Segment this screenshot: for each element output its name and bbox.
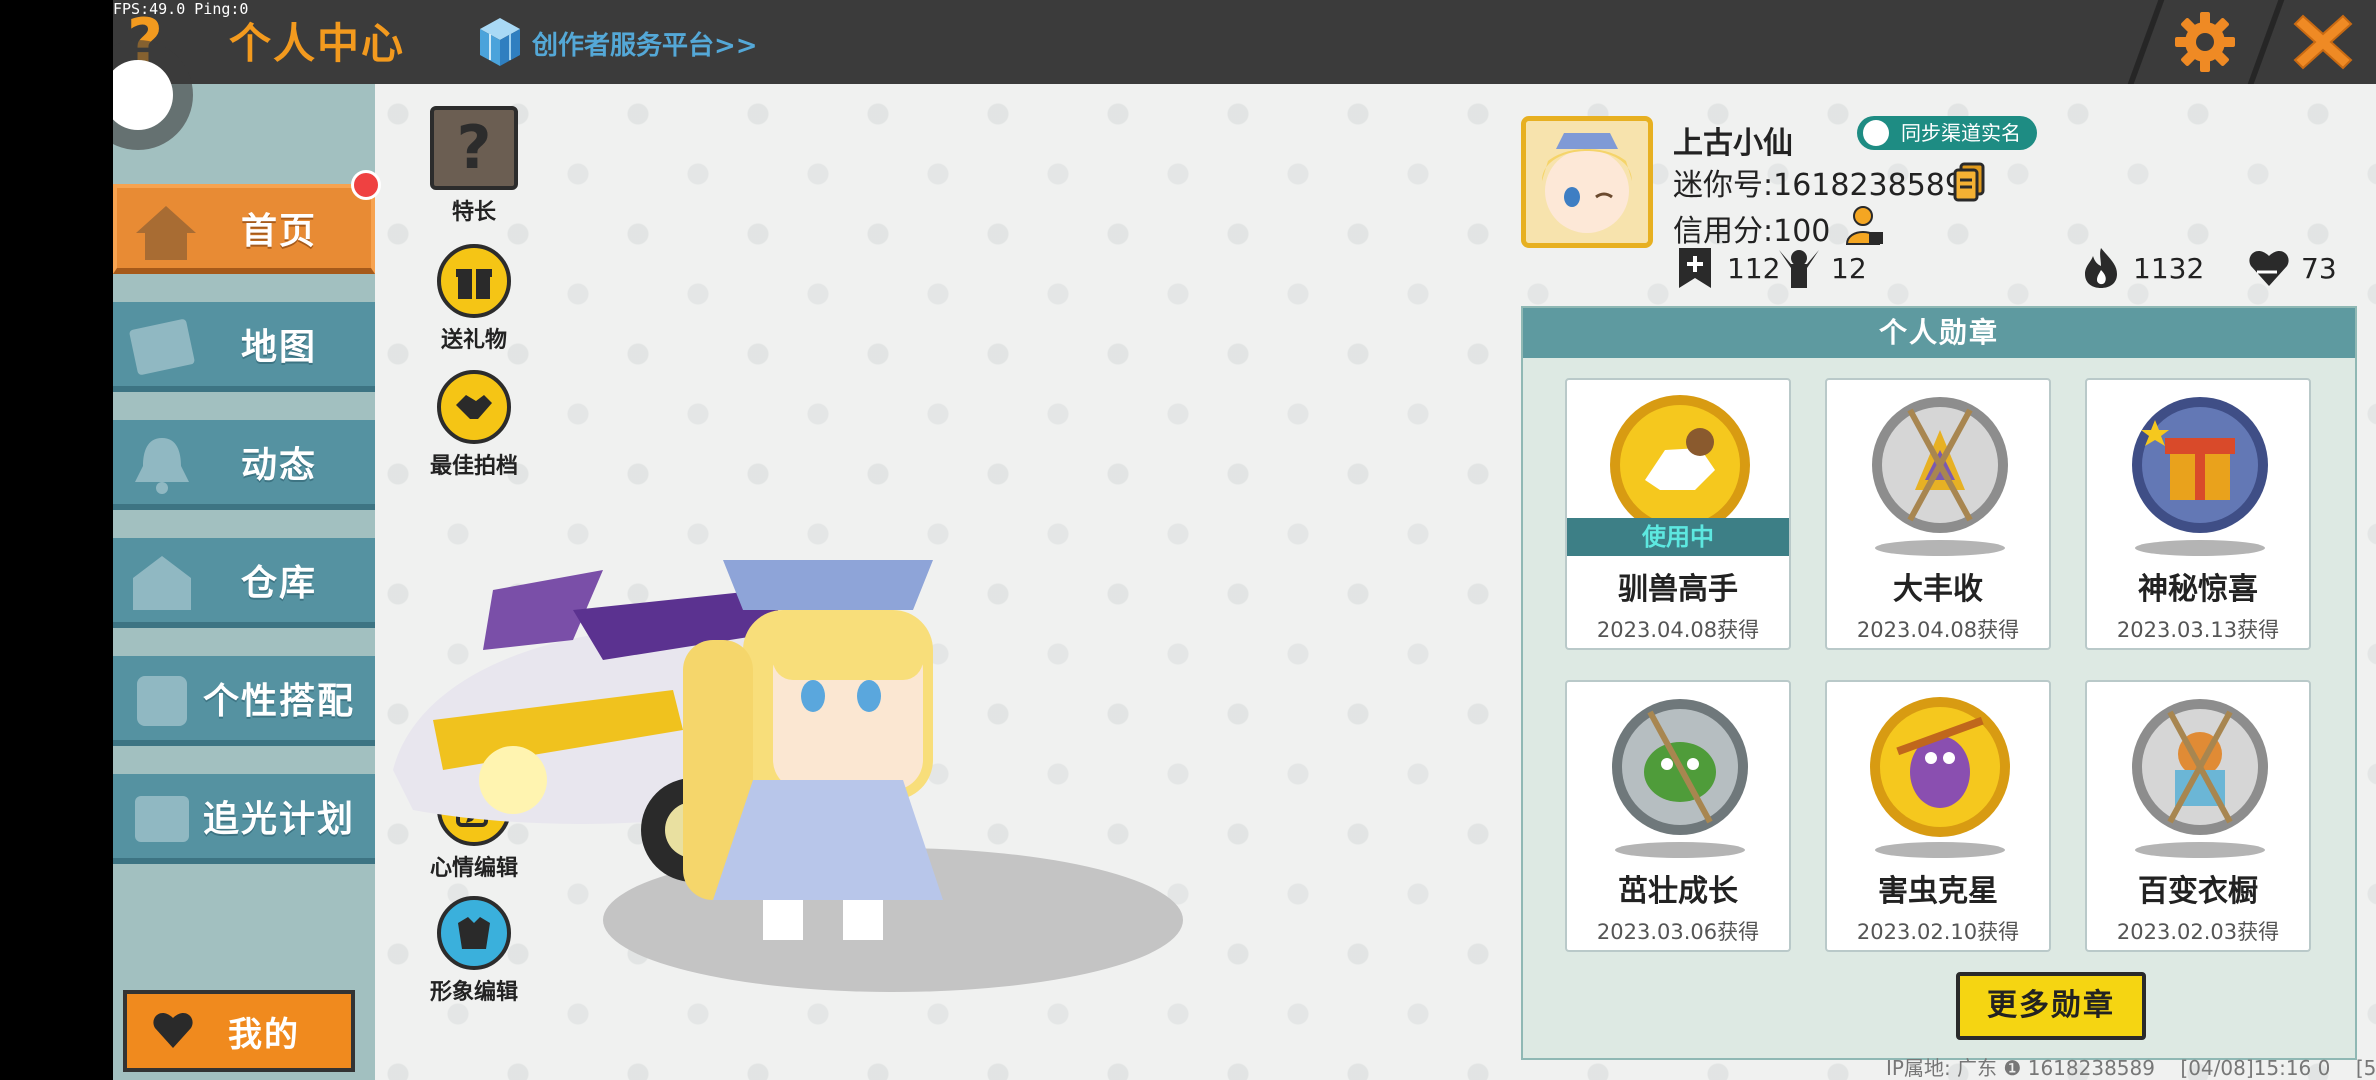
sidebar-item-label: 追光计划	[202, 799, 355, 840]
sidebar-item-label: 动态	[240, 445, 317, 486]
medal-shadow	[2135, 842, 2265, 858]
heart-hand-icon	[2249, 250, 2289, 286]
specialty-button[interactable]: ? 特长	[414, 106, 534, 226]
medal-card[interactable]: 茁壮成长 2023.03.06获得	[1565, 680, 1791, 952]
medal-shadow	[1875, 540, 2005, 556]
creator-link-label: 创作者服务平台>>	[532, 30, 758, 61]
sidebar-item-map[interactable]: 地图	[113, 302, 375, 392]
medal-name: 神秘惊喜	[2138, 572, 2258, 607]
medal-date: 2023.03.13获得	[2116, 618, 2280, 642]
sidebar-item-outfit[interactable]: 个性搭配	[113, 656, 375, 746]
top-bar: FPS:49.0 Ping:0 ? 个人中心 创作者服务平台>>	[113, 0, 2376, 84]
medal-shadow	[2135, 540, 2265, 556]
medal-card[interactable]: 百变衣橱 2023.02.03获得	[2085, 680, 2311, 952]
medal-date: 2023.04.08获得	[1856, 618, 2020, 642]
sidebar-item-label: 地图	[240, 327, 317, 368]
medal-name: 大丰收	[1893, 572, 1983, 607]
wardrobe-medal-icon	[2132, 699, 2268, 835]
medal-date: 2023.02.10获得	[1856, 920, 2020, 944]
bookmark-plus-icon	[1679, 248, 1711, 288]
medal-panel-title: 个人勋章	[1523, 308, 2355, 358]
topbar-separator	[2127, 0, 2165, 84]
question-mark-icon: ?	[430, 106, 518, 190]
cube-icon	[480, 18, 520, 66]
medal-name: 害虫克星	[1878, 874, 1998, 909]
person-icon	[1863, 120, 1889, 146]
stat-likes-value: 73	[2301, 251, 2337, 285]
avatar[interactable]	[1521, 116, 1653, 248]
medal-card[interactable]: 使用中 驯兽高手 2023.04.08获得	[1565, 378, 1791, 650]
footer-time: [04/08]15:16 0	[2180, 1056, 2331, 1080]
sidebar-item-chase-light[interactable]: 追光计划	[113, 774, 375, 864]
close-icon[interactable]	[2283, 4, 2363, 80]
gift-icon	[437, 244, 511, 318]
screen: FPS:49.0 Ping:0 ? 个人中心 创作者服务平台>> 首页 地图 动…	[0, 0, 2376, 1080]
stat-fire-value: 1132	[2133, 251, 2205, 285]
pest-buster-medal-icon	[1870, 697, 2010, 837]
realname-badge-label: 同步渠道实名	[1901, 121, 2021, 145]
credit-score: 信用分:100	[1673, 214, 1831, 249]
medal-name: 百变衣橱	[2138, 874, 2258, 909]
mystery-gift-medal-icon	[2132, 397, 2268, 533]
fire-icon	[2085, 248, 2117, 288]
sidebar-item-warehouse[interactable]: 仓库	[113, 538, 375, 628]
footer-id: 1618238589	[2027, 1056, 2155, 1080]
nickname: 上古小仙	[1673, 126, 1793, 161]
medal-date: 2023.02.03获得	[2116, 920, 2280, 944]
sidebar-item-label: 仓库	[240, 563, 317, 604]
medal-date: 2023.04.08获得	[1596, 618, 1760, 642]
stat-fans-value: 12	[1831, 251, 1867, 285]
topbar-separator	[2247, 0, 2285, 84]
medal-card[interactable]: 害虫克星 2023.02.10获得	[1825, 680, 2051, 952]
medal-name: 驯兽高手	[1618, 572, 1738, 607]
more-medals-button[interactable]: 更多勋章	[1956, 972, 2146, 1040]
page-title: 个人中心	[229, 19, 406, 68]
harvest-medal-icon	[1872, 397, 2008, 533]
mini-id: 迷你号:1618238589	[1673, 168, 1964, 203]
heart-icon	[153, 1012, 193, 1048]
medal-card[interactable]: 神秘惊喜 2023.03.13获得	[2085, 378, 2311, 650]
gear-icon[interactable]	[2173, 10, 2237, 74]
in-use-badge: 使用中	[1567, 518, 1789, 556]
send-gift-label: 送礼物	[440, 328, 507, 353]
copy-icon[interactable]	[1953, 162, 1985, 202]
best-partner-button[interactable]: 最佳拍档	[414, 370, 534, 480]
sidebar-item-label: 首页	[240, 211, 317, 252]
mine-label: 我的	[228, 1014, 300, 1055]
credit-person-icon[interactable]	[1843, 204, 1887, 248]
stat-add-value: 112	[1727, 251, 1781, 285]
specialty-label: 特长	[451, 200, 496, 225]
medal-panel: 个人勋章 使用中 驯兽高手 2023.04.08获得 大丰收 2023.04.0…	[1521, 306, 2357, 1060]
fans-icon	[1779, 250, 1819, 288]
sidebar: 首页 地图 动态 仓库 个性搭配 追光计划 我的	[113, 84, 381, 1080]
medal-name: 茁壮成长	[1618, 874, 1738, 909]
footer-version: [58]1.24.20	[2355, 1056, 2376, 1080]
ip-location: IP属地: 广东	[1886, 1056, 1998, 1080]
handshake-icon	[437, 370, 511, 444]
sidebar-item-label: 个性搭配	[202, 681, 355, 722]
stat-add[interactable]: 112	[1673, 246, 1780, 290]
app-window: FPS:49.0 Ping:0 ? 个人中心 创作者服务平台>> 首页 地图 动…	[113, 0, 2376, 1080]
info-icon: ❶	[2003, 1056, 2028, 1080]
profile-header: 上古小仙 同步渠道实名 迷你号:1618238589 信用分:100 112 1…	[1521, 116, 2361, 296]
stat-likes: 73	[2247, 246, 2337, 290]
sidebar-item-home[interactable]: 首页	[113, 184, 375, 274]
medal-date: 2023.03.06获得	[1596, 920, 1760, 944]
sidebar-item-feed[interactable]: 动态	[113, 420, 375, 510]
creator-platform-link[interactable]: 创作者服务平台>>	[478, 16, 758, 70]
status-footer: IP属地: 广东 ❶ 1618238589 [04/08]15:16 0 [58…	[1886, 1052, 2376, 1080]
medal-shadow	[1875, 842, 2005, 858]
stat-fire: 1132	[2079, 246, 2204, 290]
medal-card[interactable]: 大丰收 2023.04.08获得	[1825, 378, 2051, 650]
growth-medal-icon	[1612, 699, 1748, 835]
character-scene	[393, 560, 1183, 992]
realname-sync-badge[interactable]: 同步渠道实名	[1857, 116, 2037, 150]
stat-fans[interactable]: 12	[1777, 246, 1867, 290]
send-gift-button[interactable]: 送礼物	[414, 244, 534, 354]
medal-shadow	[1615, 842, 1745, 858]
mine-button[interactable]: 我的	[123, 990, 355, 1072]
notification-dot	[351, 170, 381, 200]
